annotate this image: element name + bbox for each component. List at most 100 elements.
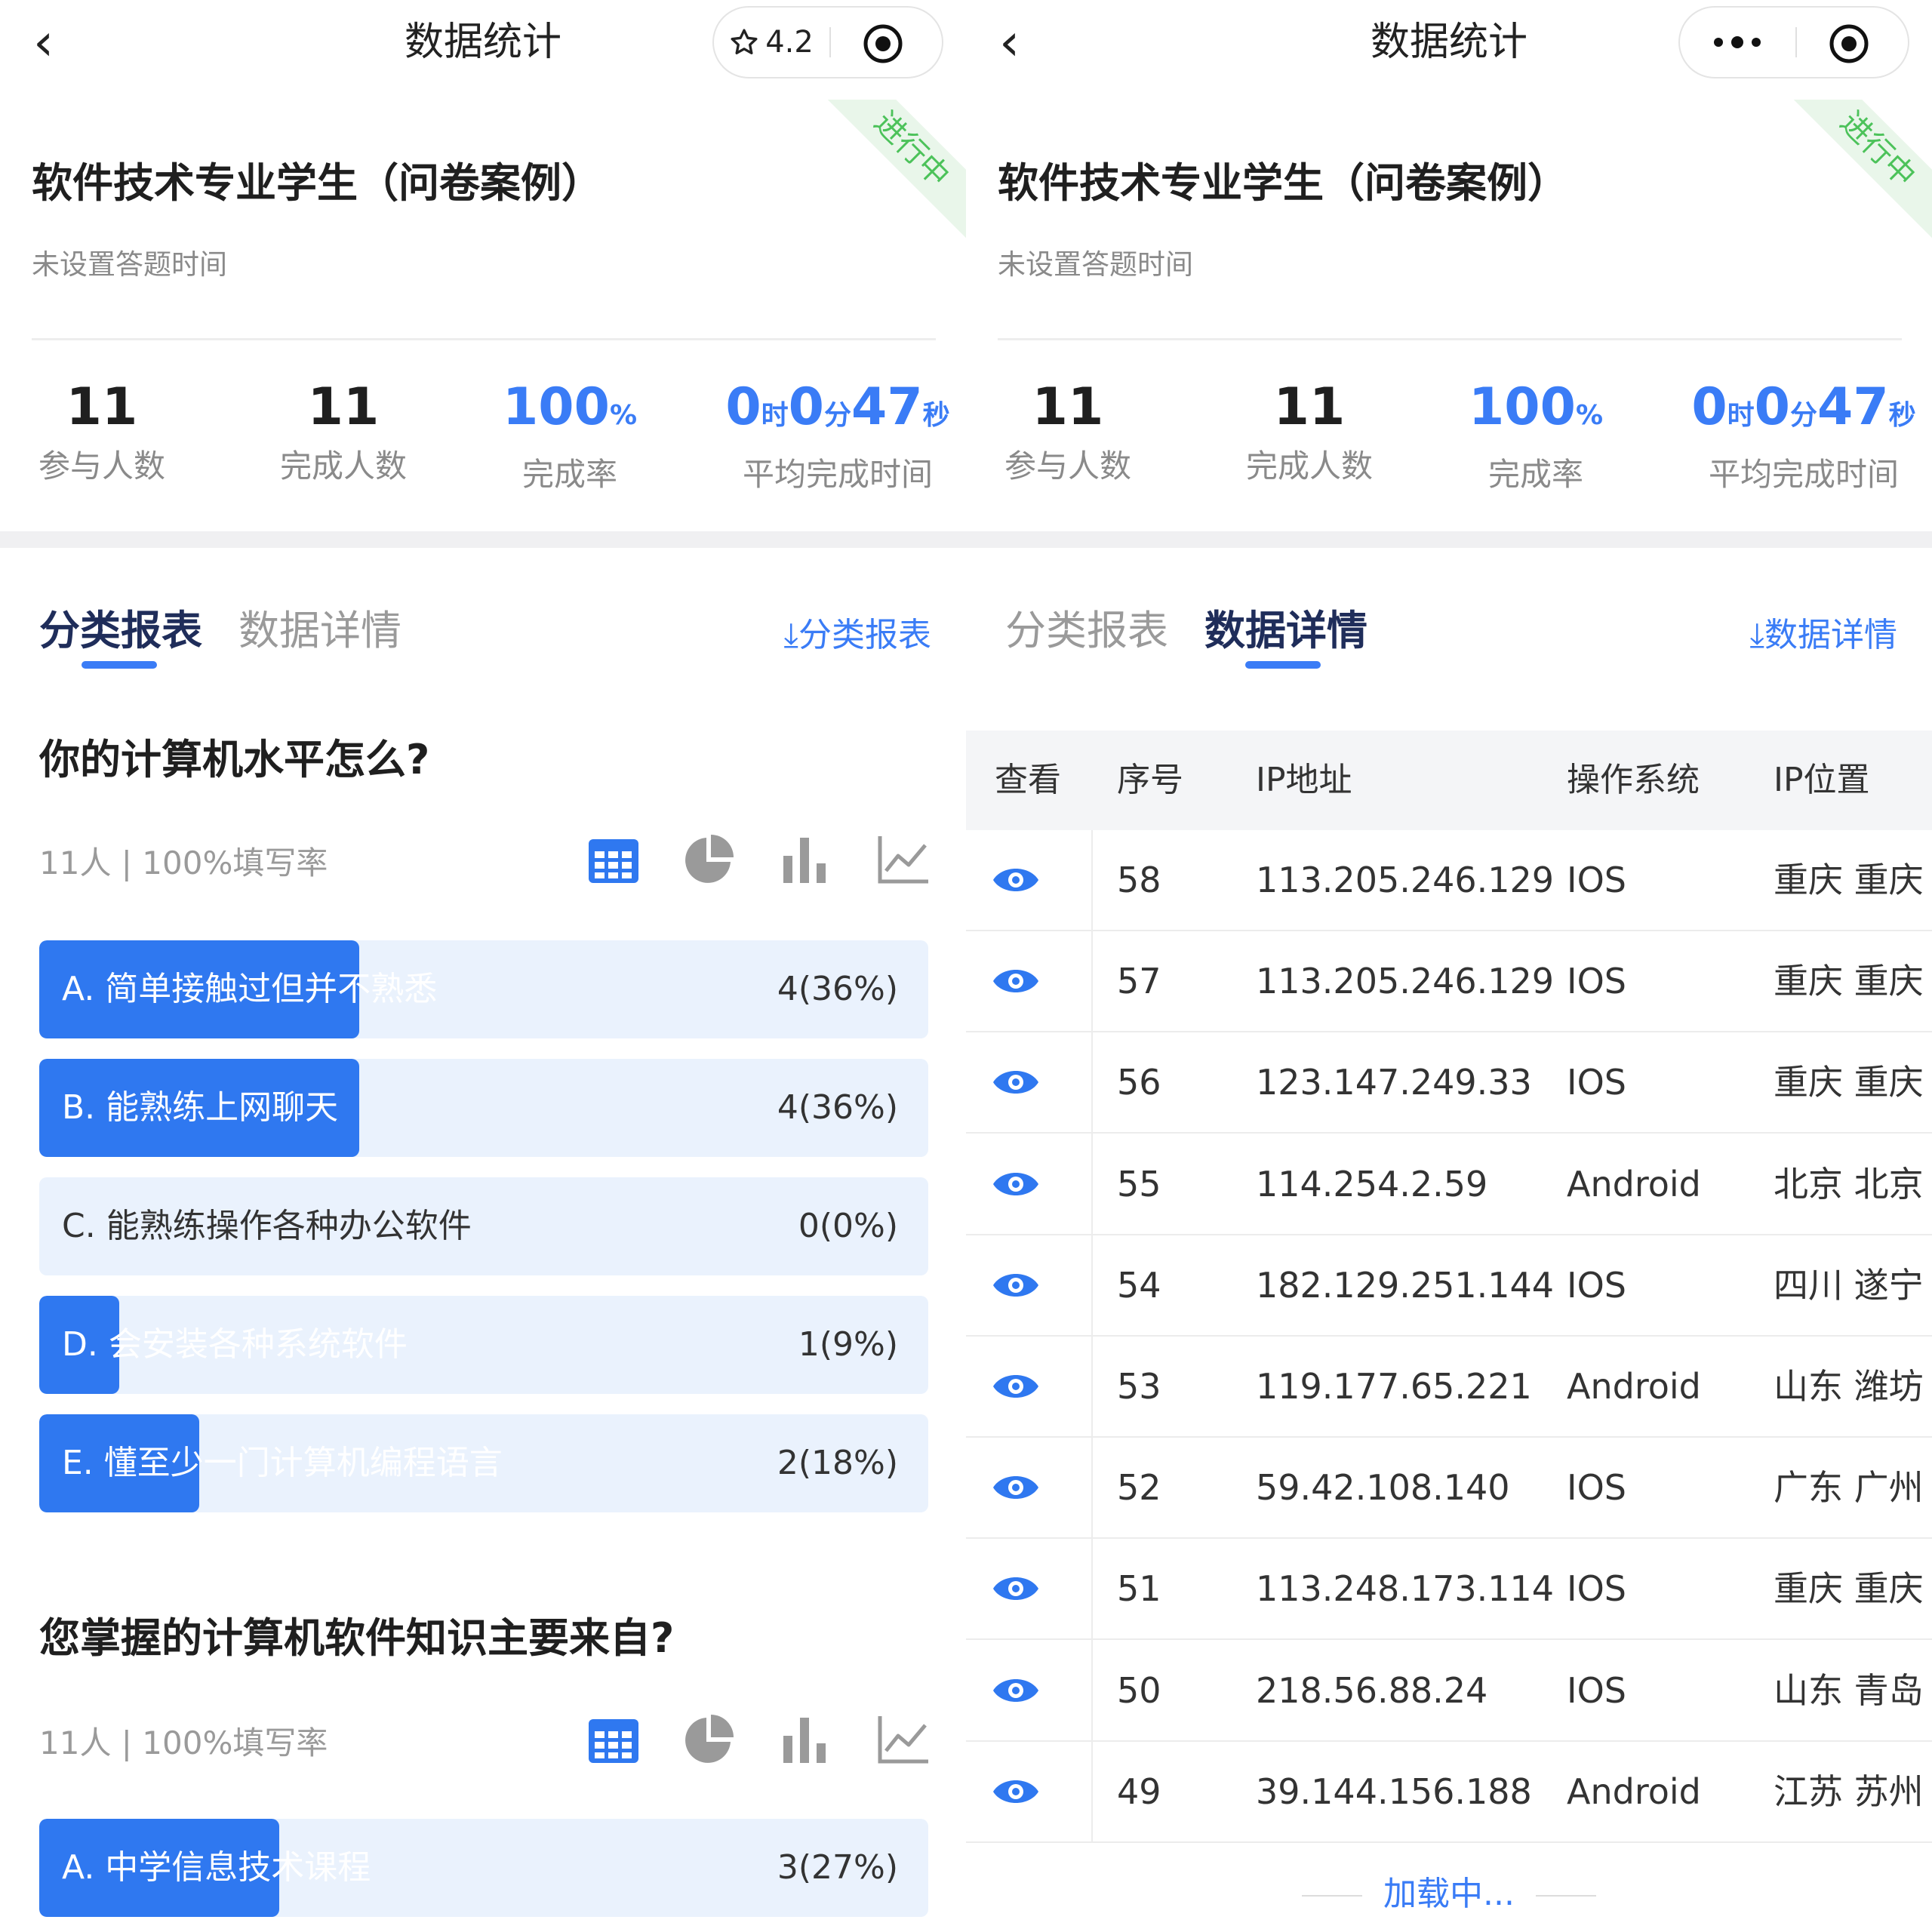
option-label: C. 能熟练操作各种办公软件 bbox=[62, 1207, 472, 1245]
cell-location: 重庆 重庆 bbox=[1774, 961, 1924, 1002]
col-header-ip: IP地址 bbox=[1256, 761, 1352, 799]
chart-type-switcher bbox=[583, 833, 930, 894]
pie-chart-icon[interactable] bbox=[682, 1713, 735, 1766]
cell-ip: 39.144.156.188 bbox=[1256, 1770, 1532, 1812]
cell-ip: 59.42.108.140 bbox=[1256, 1467, 1510, 1509]
eye-icon[interactable] bbox=[992, 1061, 1040, 1103]
stat-participants-label: 参与人数 bbox=[1004, 448, 1131, 485]
time-hours-unit: 时 bbox=[761, 400, 789, 431]
rating-value: 4.2 bbox=[765, 25, 814, 60]
table-row: 54 182.129.251.144 IOS 四川 遂宁 bbox=[966, 1235, 1932, 1337]
question-meta: 11人 | 100%填写率 bbox=[39, 1724, 328, 1761]
eye-icon[interactable] bbox=[992, 1567, 1040, 1610]
report-tabs: 分类报表 数据详情 ⤓数据详情 bbox=[966, 604, 1932, 679]
option-count: 0(0%) bbox=[798, 1207, 898, 1245]
eye-icon[interactable] bbox=[992, 859, 1040, 901]
stat-avg-time: 0时0分47秒 平均完成时间 bbox=[724, 376, 951, 496]
tab-active-underline bbox=[1245, 661, 1321, 669]
cell-ip: 113.248.173.114 bbox=[1256, 1568, 1555, 1610]
cell-os: Android bbox=[1567, 1770, 1701, 1812]
stat-completed-label: 完成人数 bbox=[279, 448, 407, 485]
tab-category-report[interactable]: 分类报表 bbox=[1005, 604, 1168, 658]
option-count: 4(36%) bbox=[777, 1088, 898, 1127]
tab-data-details[interactable]: 数据详情 bbox=[238, 604, 401, 658]
export-category-report-link[interactable]: ⤓分类报表 bbox=[784, 611, 931, 660]
cell-os: IOS bbox=[1567, 1062, 1626, 1103]
stat-rate: 100% 完成率 bbox=[1457, 376, 1615, 496]
tab-category-report[interactable]: 分类报表 bbox=[39, 604, 202, 658]
stat-completed-label: 完成人数 bbox=[1245, 448, 1373, 485]
table-row: 52 59.42.108.140 IOS 广东 广州 bbox=[966, 1438, 1932, 1540]
star-icon bbox=[731, 29, 758, 55]
bar-chart-icon[interactable] bbox=[780, 833, 833, 886]
cell-index: 55 bbox=[1117, 1163, 1161, 1204]
option-label: A. 简单接触过但并不熟悉 bbox=[62, 970, 438, 1008]
option-label: D. 会安装各种系统软件 bbox=[62, 1325, 408, 1364]
table-row: 49 39.144.156.188 Android 江苏 苏州 bbox=[966, 1742, 1932, 1843]
cell-ip: 113.205.246.129 bbox=[1256, 860, 1555, 900]
option-count: 2(18%) bbox=[777, 1444, 898, 1482]
cell-os: IOS bbox=[1567, 1467, 1626, 1509]
option-count: 1(9%) bbox=[798, 1325, 898, 1364]
time-minutes-unit: 分 bbox=[824, 400, 852, 431]
eye-icon[interactable] bbox=[992, 1669, 1040, 1712]
survey-subtitle: 未设置答题时间 bbox=[998, 248, 1193, 281]
tab-active-underline bbox=[82, 661, 157, 669]
stat-rate-label: 完成率 bbox=[521, 456, 617, 493]
col-header-os: 操作系统 bbox=[1567, 761, 1700, 799]
tab-data-details[interactable]: 数据详情 bbox=[1204, 604, 1367, 658]
mini-program-capsule: 4.2 bbox=[712, 6, 943, 78]
cell-index: 53 bbox=[1117, 1366, 1161, 1407]
eye-icon[interactable] bbox=[992, 960, 1040, 1002]
export-data-details-link[interactable]: ⤓数据详情 bbox=[1750, 611, 1897, 660]
cell-ip: 113.205.246.129 bbox=[1256, 961, 1555, 1002]
eye-icon[interactable] bbox=[992, 1365, 1040, 1407]
nav-bar: ‹ 数据统计 bbox=[966, 0, 1932, 85]
table-row: 50 218.56.88.24 IOS 山东 青岛 bbox=[966, 1641, 1932, 1742]
grid-table-icon[interactable] bbox=[587, 1713, 640, 1766]
cell-ip: 114.254.2.59 bbox=[1256, 1163, 1488, 1204]
table-row: 53 119.177.65.221 Android 山东 潍坊 bbox=[966, 1337, 1932, 1438]
option-bar: B. 能熟练上网聊天 4(36%) bbox=[39, 1059, 928, 1157]
pie-chart-icon[interactable] bbox=[682, 833, 735, 886]
cell-location: 北京 北京 bbox=[1774, 1163, 1924, 1204]
line-chart-icon[interactable] bbox=[877, 833, 930, 886]
stat-participants-value: 11 bbox=[66, 377, 138, 437]
more-button[interactable] bbox=[1680, 8, 1795, 77]
stat-avg-time-label: 平均完成时间 bbox=[742, 456, 933, 493]
stat-rate: 100% 完成率 bbox=[491, 376, 649, 496]
rate-number: 100 bbox=[502, 377, 610, 437]
cell-location: 江苏 苏州 bbox=[1774, 1770, 1924, 1812]
target-icon[interactable] bbox=[862, 23, 904, 65]
cell-os: IOS bbox=[1567, 1669, 1626, 1711]
eye-icon[interactable] bbox=[992, 1163, 1040, 1205]
time-minutes: 0 bbox=[788, 377, 824, 437]
cell-index: 56 bbox=[1117, 1062, 1161, 1103]
target-icon[interactable] bbox=[1828, 23, 1870, 65]
rating-button[interactable]: 4.2 bbox=[714, 8, 829, 77]
category-report-screen: ‹ 数据统计 4.2 进行中 软件技术专业学生（问卷案例） 未设置答题时间 11… bbox=[0, 0, 966, 1932]
stat-completed: 11 完成人数 bbox=[264, 376, 423, 488]
stat-participants: 11 参与人数 bbox=[23, 376, 181, 488]
eye-icon[interactable] bbox=[992, 1770, 1040, 1813]
cell-ip: 182.129.251.144 bbox=[1256, 1264, 1555, 1306]
stat-avg-time-label: 平均完成时间 bbox=[1708, 456, 1899, 493]
more-dots-icon bbox=[1714, 36, 1761, 48]
cell-location: 广东 广州 bbox=[1774, 1467, 1924, 1509]
stat-completed-value: 11 bbox=[307, 377, 380, 437]
stat-avg-time: 0时0分47秒 平均完成时间 bbox=[1690, 376, 1917, 496]
loading-line-right bbox=[1535, 1895, 1596, 1897]
table-header: 查看 序号 IP地址 操作系统 IP位置 bbox=[966, 731, 1932, 830]
eye-icon[interactable] bbox=[992, 1264, 1040, 1306]
cell-location: 山东 潍坊 bbox=[1774, 1366, 1924, 1407]
option-label: B. 能熟练上网聊天 bbox=[62, 1088, 339, 1127]
bar-chart-icon[interactable] bbox=[780, 1713, 833, 1766]
section-gap bbox=[0, 531, 966, 548]
loading-text: 加载中... bbox=[1383, 1875, 1515, 1913]
table-row: 51 113.248.173.114 IOS 重庆 重庆 bbox=[966, 1539, 1932, 1641]
cell-os: IOS bbox=[1567, 1264, 1626, 1306]
line-chart-icon[interactable] bbox=[877, 1713, 930, 1766]
eye-icon[interactable] bbox=[992, 1466, 1040, 1509]
grid-table-icon[interactable] bbox=[587, 833, 640, 886]
cell-location: 重庆 重庆 bbox=[1774, 1568, 1924, 1610]
